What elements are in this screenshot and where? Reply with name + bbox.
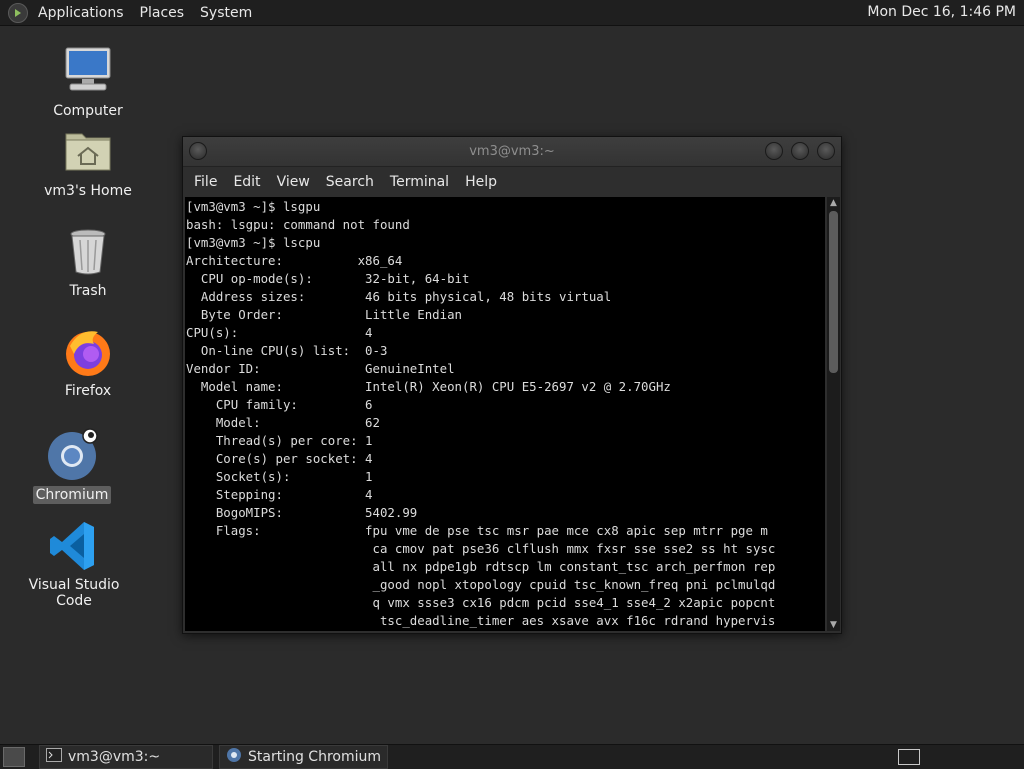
desktop-icon-label: Chromium (32, 486, 112, 504)
chromium-icon (226, 747, 242, 767)
menu-view[interactable]: View (269, 174, 318, 190)
terminal-line: Socket(s): 1 (186, 469, 373, 484)
menu-file[interactable]: File (186, 174, 225, 190)
terminal-line: Vendor ID: GenuineIntel (186, 361, 455, 376)
terminal-line: BogoMIPS: 5402.99 (186, 505, 418, 520)
desktop-icon-label: Computer (53, 103, 123, 119)
taskbar-item-label: vm3@vm3:~ (68, 749, 161, 765)
home-folder-icon (60, 124, 116, 180)
desktop-icon-label: Visual Studio Code (28, 577, 120, 609)
distro-logo-icon[interactable] (8, 2, 28, 23)
workspace-switcher[interactable] (898, 749, 920, 765)
window-titlebar[interactable]: vm3@vm3:~ (183, 137, 841, 167)
vscode-icon (46, 518, 102, 574)
terminal-line: [vm3@vm3 ~]$ lsgpu (186, 199, 321, 214)
terminal-line: Byte Order: Little Endian (186, 307, 463, 322)
chromium-icon (44, 428, 100, 484)
places-menu[interactable]: Places (132, 5, 193, 21)
clock[interactable]: Mon Dec 16, 1:46 PM (867, 4, 1016, 20)
applications-menu[interactable]: Applications (30, 5, 132, 21)
menu-help[interactable]: Help (457, 174, 505, 190)
terminal-text: [vm3@vm3 ~]$ lsgpu bash: lsgpu: command … (185, 197, 825, 630)
terminal-line: q vmx ssse3 cx16 pdcm pcid sse4_1 sse4_2… (186, 595, 776, 610)
desktop-icon-chromium[interactable]: Chromium (12, 428, 132, 504)
desktop-icon-trash[interactable]: Trash (28, 224, 148, 300)
terminal-window[interactable]: vm3@vm3:~ File Edit View Search Terminal… (182, 136, 842, 634)
firefox-icon (60, 324, 116, 380)
maximize-button[interactable] (791, 142, 809, 160)
terminal-line: Architecture: x86_64 (186, 253, 403, 268)
scroll-up-icon[interactable]: ▲ (827, 197, 840, 209)
terminal-line: [vm3@vm3 ~]$ lscpu (186, 235, 321, 250)
terminal-icon (46, 748, 62, 766)
taskbar-item-terminal[interactable]: vm3@vm3:~ (39, 745, 213, 769)
terminal-menubar: File Edit View Search Terminal Help (183, 167, 841, 197)
desktop-icon-label: Trash (69, 283, 107, 299)
trash-icon (60, 224, 116, 280)
terminal-line: bash: lsgpu: command not found (186, 217, 410, 232)
taskbar-item-label: Starting Chromium (248, 749, 381, 765)
top-menu: Applications Places System (0, 0, 260, 25)
terminal-line: CPU op-mode(s): 32-bit, 64-bit (186, 271, 470, 286)
menu-edit[interactable]: Edit (225, 174, 268, 190)
terminal-scrollbar[interactable]: ▲ ▼ (827, 197, 840, 631)
window-title: vm3@vm3:~ (469, 144, 555, 159)
desktop-icon-firefox[interactable]: Firefox (28, 324, 148, 400)
close-button[interactable] (817, 142, 835, 160)
menu-search[interactable]: Search (318, 174, 382, 190)
terminal-line: ca cmov pat pse36 clflush mmx fxsr sse s… (186, 541, 776, 556)
desktop-icon-home[interactable]: vm3's Home (28, 124, 148, 200)
terminal-line: CPU family: 6 (186, 397, 373, 412)
show-desktop-icon[interactable] (3, 747, 25, 767)
terminal-line: Flags: fpu vme de pse tsc msr pae mce cx… (186, 523, 768, 538)
terminal-line: On-line CPU(s) list: 0-3 (186, 343, 388, 358)
terminal-line: tsc_deadline_timer aes xsave avx f16c rd… (186, 613, 776, 628)
terminal-line: Model name: Intel(R) Xeon(R) CPU E5-2697… (186, 379, 671, 394)
top-panel: Applications Places System Mon Dec 16, 1… (0, 0, 1024, 26)
bottom-panel: vm3@vm3:~ Starting Chromium (0, 744, 1024, 769)
terminal-line: Stepping: 4 (186, 487, 373, 502)
terminal-line: all nx pdpe1gb rdtscp lm constant_tsc ar… (186, 559, 776, 574)
desktop-icon-vscode[interactable]: Visual Studio Code (14, 518, 134, 610)
menu-terminal[interactable]: Terminal (382, 174, 457, 190)
minimize-button[interactable] (765, 142, 783, 160)
terminal-line: Thread(s) per core: 1 (186, 433, 373, 448)
terminal-line: Model: 62 (186, 415, 380, 430)
terminal-line: Address sizes: 46 bits physical, 48 bits… (186, 289, 612, 304)
terminal-line: CPU(s): 4 (186, 325, 373, 340)
desktop-icon-computer[interactable]: Computer (28, 44, 148, 120)
terminal-output[interactable]: [vm3@vm3 ~]$ lsgpu bash: lsgpu: command … (185, 197, 825, 631)
desktop-icon-label: vm3's Home (44, 183, 132, 199)
terminal-line: _good nopl xtopology cpuid tsc_known_fre… (186, 577, 776, 592)
scrollbar-thumb[interactable] (829, 211, 838, 373)
terminal-line: Core(s) per socket: 4 (186, 451, 373, 466)
desktop-icon-label: Firefox (64, 383, 112, 399)
computer-icon (60, 44, 116, 100)
system-menu[interactable]: System (192, 5, 260, 21)
taskbar-item-chromium[interactable]: Starting Chromium (219, 745, 388, 769)
scroll-down-icon[interactable]: ▼ (827, 619, 840, 631)
